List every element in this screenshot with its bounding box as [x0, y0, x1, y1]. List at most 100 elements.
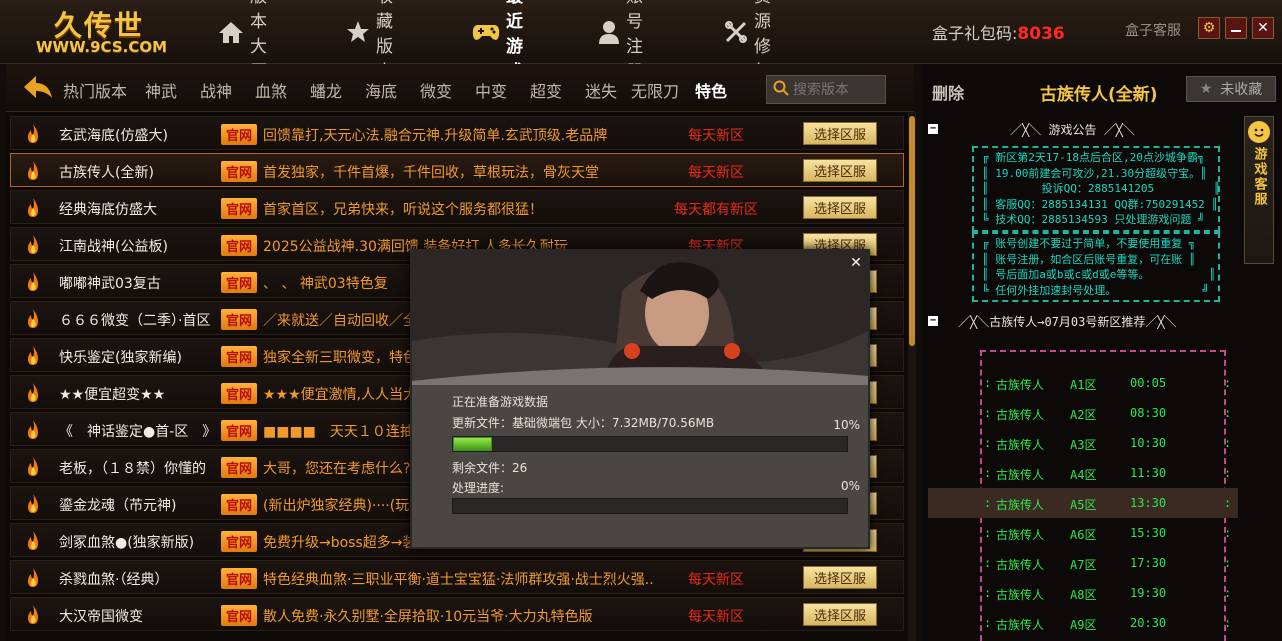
category-chaobian[interactable]: 超变: [530, 78, 562, 102]
schedule-time: 17:30: [1130, 556, 1167, 570]
notice-header[interactable]: − ／╳＼ 游戏公告 ／╳＼: [928, 120, 1135, 138]
official-site-tag[interactable]: 官网: [221, 161, 257, 182]
official-site-tag[interactable]: 官网: [221, 494, 257, 515]
close-button[interactable]: ✕: [1252, 17, 1274, 39]
category-tese[interactable]: 特色: [695, 78, 727, 102]
header: 久传世 WWW.9CS.COM 版本大厅 收藏版本 最近游戏 账号注册: [0, 0, 1282, 82]
dot-border: :: [1224, 376, 1232, 390]
fire-icon: [25, 568, 41, 588]
server-row[interactable]: 杀戮血煞·（经典） 官网 特色经典血煞·三职业平衡·道士宝宝猛·法师群攻强·战士烈火…: [10, 560, 904, 594]
scrollbar[interactable]: [908, 112, 916, 641]
box-service-link[interactable]: 盒子客服: [1125, 20, 1181, 40]
update-progress-bar: [452, 436, 848, 452]
select-zone-button[interactable]: 选择区服: [803, 122, 877, 145]
settings-button[interactable]: ⚙: [1198, 17, 1220, 39]
server-row[interactable]: 大汉帝国微变 官网 散人免费·永久别墅·全屏拾取·10元当爷·大力丸特色版 每天新区 选…: [10, 597, 904, 631]
server-row[interactable]: 古族传人(全新) 官网 首发独家，千件首爆，千件回收，草根玩法，骨灰天堂 每天新区 选择…: [10, 153, 904, 187]
category-panlong[interactable]: 蟠龙: [310, 78, 342, 102]
gift-code: 盒子礼包码:8036: [932, 20, 1065, 44]
server-name: 嘟嘟神武03复古: [59, 276, 161, 292]
new-zone-label: 每天新区: [688, 572, 744, 588]
new-zone-label: 每天都有新区: [674, 202, 758, 218]
scrollbar-thumb[interactable]: [909, 116, 915, 346]
category-zhanshen[interactable]: 战神: [200, 78, 232, 102]
dialog-close-button[interactable]: ✕: [848, 255, 864, 271]
schedule-zone: A2区: [1070, 408, 1097, 422]
server-row[interactable]: 玄武海底(仿盛大) 官网 回馈靠打,天元心法.融合元神.升级简单.玄武顶级.老品牌 每…: [10, 116, 904, 150]
official-site-tag[interactable]: 官网: [221, 198, 257, 219]
notice-box-account-tips: ╔ 账号创建不要过于简单，不要使用重复 ╗ ║ 账号注册，如合区后账号重复，可在…: [972, 232, 1220, 302]
category-mishi[interactable]: 迷失: [585, 78, 617, 102]
minimize-button[interactable]: [1225, 17, 1247, 39]
server-name: 江南战神(公益板): [59, 239, 168, 255]
search-box[interactable]: [766, 75, 886, 104]
nav-version-hall[interactable]: 版本大厅: [218, 0, 269, 82]
schedule-time: 20:30: [1130, 616, 1167, 630]
detail-header: 删除 古族传人(全新) ★ 未收藏: [922, 74, 1282, 106]
official-site-tag[interactable]: 官网: [221, 346, 257, 367]
select-zone-button[interactable]: 选择区服: [803, 196, 877, 219]
category-zhongbian[interactable]: 中变: [475, 78, 507, 102]
select-zone-button[interactable]: 选择区服: [803, 566, 877, 589]
category-xuesha[interactable]: 血煞: [255, 78, 287, 102]
search-input[interactable]: [793, 81, 883, 98]
category-haidi[interactable]: 海底: [365, 78, 397, 102]
schedule-time: 00:05: [1130, 376, 1167, 390]
official-site-tag[interactable]: 官网: [221, 235, 257, 256]
notice-header-text: ／╳＼ 游戏公告 ／╳＼: [1010, 122, 1135, 137]
schedule-game: 古族传人: [996, 528, 1045, 542]
nav-account-register[interactable]: 账号注册: [598, 0, 649, 82]
star-icon: [346, 18, 370, 46]
server-description: 首家首区，兄弟快来，听说这个服务都很猛！: [263, 202, 543, 218]
select-zone-button[interactable]: 选择区服: [803, 159, 877, 182]
nav-resource-repair[interactable]: 资源修复: [724, 0, 775, 82]
dot-border: :: [1224, 556, 1232, 570]
new-zone-label: 每天新区: [688, 165, 744, 181]
official-site-tag[interactable]: 官网: [221, 531, 257, 552]
category-wuxiandao[interactable]: 无限刀: [631, 78, 679, 102]
category-weibian[interactable]: 微变: [420, 78, 452, 102]
gear-icon: ⚙: [1202, 20, 1216, 36]
dot-border: :: [984, 556, 992, 570]
dot-border: :: [984, 616, 992, 630]
favorite-button[interactable]: ★ 未收藏: [1186, 76, 1276, 102]
official-site-tag[interactable]: 官网: [221, 457, 257, 478]
schedule-zone: A8区: [1070, 588, 1097, 602]
category-shenwu[interactable]: 神武: [145, 78, 177, 102]
official-site-tag[interactable]: 官网: [221, 272, 257, 293]
delete-button[interactable]: 删除: [932, 80, 964, 104]
official-site-tag[interactable]: 官网: [221, 568, 257, 589]
server-name: 《 神话鉴定●首-区 》: [59, 424, 217, 440]
server-name: 快乐鉴定(独家新编): [59, 350, 182, 366]
select-zone-button[interactable]: 选择区服: [803, 603, 877, 626]
official-site-tag[interactable]: 官网: [221, 605, 257, 626]
official-site-tag[interactable]: 官网: [221, 124, 257, 145]
favorite-label: 未收藏: [1220, 82, 1263, 98]
server-row[interactable]: 经典海底仿盛大 官网 首家首区，兄弟快来，听说这个服务都很猛！ 每天都有新区 选择区服: [10, 190, 904, 224]
schedule-zone: A7区: [1070, 558, 1097, 572]
home-icon: [218, 18, 244, 46]
close-icon: ✕: [1257, 20, 1269, 36]
server-name: 古族传人(全新): [59, 165, 154, 181]
schedule-game: 古族传人: [996, 558, 1045, 572]
game-service-button[interactable]: 游戏客服: [1244, 116, 1274, 264]
official-site-tag[interactable]: 官网: [221, 309, 257, 330]
schedule-time: 11:30: [1130, 466, 1167, 480]
dot-border: :: [984, 436, 992, 450]
download-dialog: ✕ 正在准备游戏数据 更新文件：基础微端包 大小：7.32MB/70.56MB …: [410, 249, 870, 549]
nav-recent-games[interactable]: 最近游戏: [472, 0, 523, 82]
schedule-row: 古族传人 A4区 11:30::: [928, 458, 1238, 488]
schedule-row: 古族传人 A8区 19:30::: [928, 578, 1238, 608]
official-site-tag[interactable]: 官网: [221, 420, 257, 441]
category-hot[interactable]: 热门版本: [63, 78, 127, 102]
dot-border: :: [984, 496, 992, 510]
dot-border: :: [1224, 436, 1232, 450]
back-arrow-icon[interactable]: [24, 76, 52, 102]
server-description: 回馈靠打,天元心法.融合元神.升级简单.玄武顶级.老品牌: [263, 128, 608, 144]
schedule-header[interactable]: − ／╳＼古族传人→07月03号新区推荐／╳＼: [928, 312, 1177, 330]
schedule-zone: A3区: [1070, 438, 1097, 452]
official-site-tag[interactable]: 官网: [221, 383, 257, 404]
dot-border: :: [1224, 466, 1232, 480]
nav-favorites[interactable]: 收藏版本: [346, 0, 397, 82]
process-percent: 0%: [840, 479, 860, 493]
